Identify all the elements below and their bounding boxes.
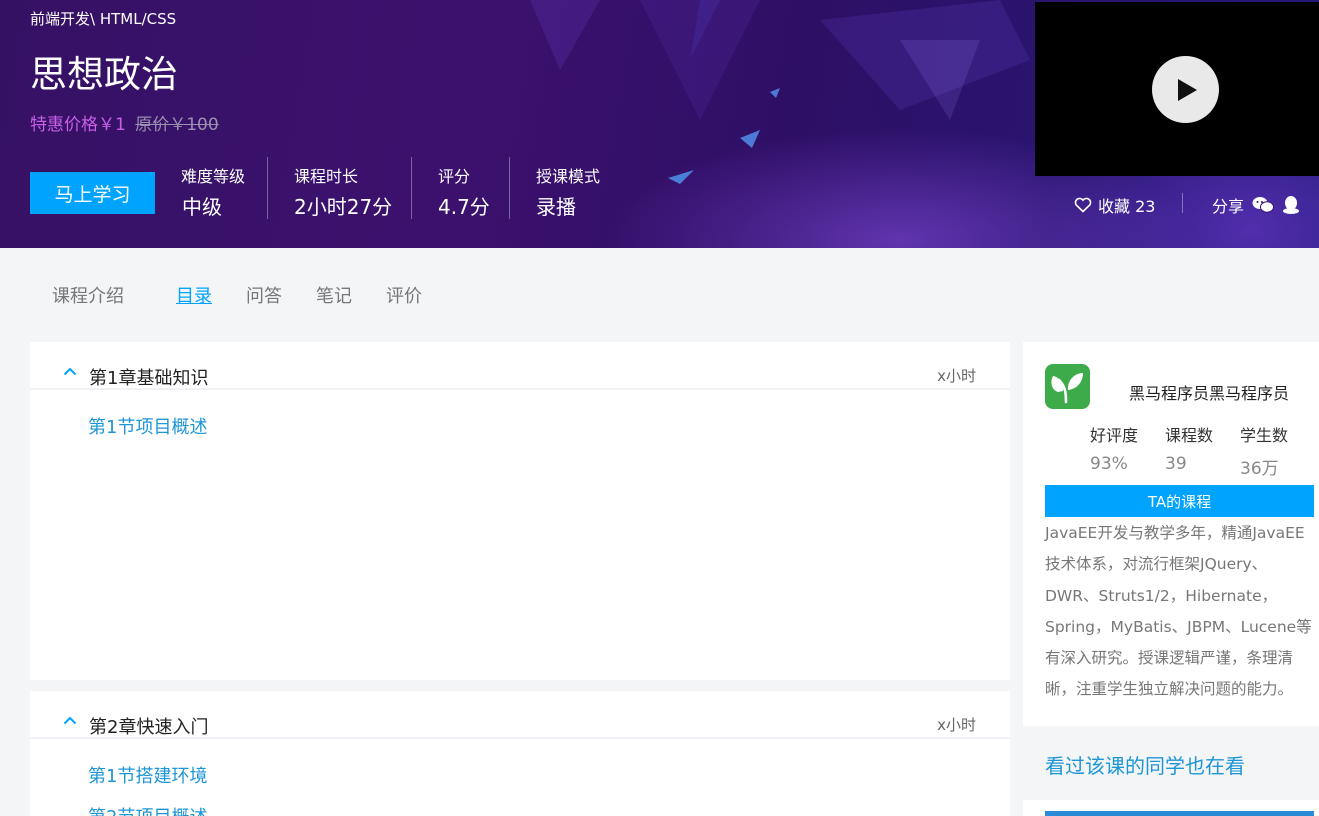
metric-label: 课程数 bbox=[1165, 426, 1214, 445]
stat-value: 4.7分 bbox=[438, 195, 490, 219]
also-watched-heading: 看过该课的同学也在看 bbox=[1045, 754, 1245, 778]
teacher-card: 黑马程序员黑马程序员 好评度 93% 课程数 39 学生数 36万 TA的课程 … bbox=[1023, 342, 1319, 726]
course-tabs: 课程介绍 目录 问答 笔记 评价 bbox=[52, 282, 456, 308]
recommended-course-card[interactable] bbox=[1023, 800, 1319, 816]
original-price: 原价￥100 bbox=[135, 115, 219, 135]
stat-difficulty: 难度等级 中级 bbox=[155, 157, 267, 219]
metric-label: 学生数 bbox=[1240, 426, 1289, 445]
stat-label: 评分 bbox=[438, 167, 471, 186]
play-icon[interactable] bbox=[1152, 56, 1219, 123]
price-row: 特惠价格￥1 原价￥100 bbox=[30, 110, 219, 135]
stat-mode: 授课模式 录播 bbox=[510, 157, 610, 219]
tab-qa[interactable]: 问答 bbox=[246, 282, 282, 308]
divider bbox=[1182, 193, 1183, 213]
chapter-header[interactable]: 第1章基础知识 x小时 bbox=[30, 342, 1010, 390]
video-player[interactable] bbox=[1035, 2, 1319, 176]
tab-reviews[interactable]: 评价 bbox=[386, 282, 422, 308]
metric-label: 好评度 bbox=[1090, 426, 1139, 445]
course-title: 思想政治 bbox=[30, 53, 178, 96]
avatar[interactable] bbox=[1045, 364, 1090, 409]
sale-price: 特惠价格￥1 bbox=[30, 115, 126, 135]
wechat-icon[interactable] bbox=[1252, 196, 1275, 214]
course-thumbnail bbox=[1045, 811, 1314, 816]
sprout-icon bbox=[1051, 373, 1083, 404]
heart-icon bbox=[1074, 197, 1092, 213]
chapter-title: 第2章快速入门 bbox=[89, 717, 209, 738]
chevron-up-icon[interactable] bbox=[63, 367, 77, 376]
stat-value: 中级 bbox=[182, 195, 222, 219]
tab-intro[interactable]: 课程介绍 bbox=[52, 282, 124, 308]
chapter-title: 第1章基础知识 bbox=[89, 368, 209, 389]
favorite-button[interactable]: 收藏 23 bbox=[1074, 193, 1155, 217]
teacher-name[interactable]: 黑马程序员黑马程序员 bbox=[1129, 380, 1289, 404]
metric-value: 39 bbox=[1165, 454, 1187, 474]
share-label: 分享 bbox=[1212, 197, 1245, 216]
chapter-header[interactable]: 第2章快速入门 x小时 bbox=[30, 691, 1010, 739]
metric-value: 93% bbox=[1090, 454, 1128, 474]
stat-label: 难度等级 bbox=[181, 167, 246, 186]
stat-duration: 课程时长 2小时27分 bbox=[268, 157, 411, 219]
stat-value: 录播 bbox=[536, 195, 576, 219]
metric-courses: 课程数 39 bbox=[1165, 422, 1213, 474]
course-banner: 前端开发\ HTML/CSS 思想政治 特惠价格￥1 原价￥100 马上学习 难… bbox=[0, 0, 1319, 248]
ta-courses-button[interactable]: TA的课程 bbox=[1045, 485, 1314, 517]
study-now-button[interactable]: 马上学习 bbox=[30, 172, 155, 214]
favorite-label: 收藏 23 bbox=[1098, 197, 1156, 216]
stat-label: 授课模式 bbox=[536, 167, 601, 186]
teacher-description: JavaEE开发与教学多年，精通JavaEE技术体系，对流行框架JQuery、D… bbox=[1045, 524, 1312, 699]
lesson-link[interactable]: 第2节项目概述 bbox=[88, 803, 207, 816]
metric-students: 学生数 36万 bbox=[1240, 422, 1288, 479]
chapter-duration: x小时 bbox=[937, 716, 976, 734]
tab-notes[interactable]: 笔记 bbox=[316, 282, 352, 308]
tab-catalog[interactable]: 目录 bbox=[176, 282, 212, 308]
lesson-link[interactable]: 第1节项目概述 bbox=[88, 413, 207, 439]
share-group: 分享 bbox=[1212, 193, 1300, 217]
stat-label: 课程时长 bbox=[294, 167, 359, 186]
stat-value: 2小时27分 bbox=[294, 195, 393, 219]
breadcrumb[interactable]: 前端开发\ HTML/CSS bbox=[30, 8, 176, 29]
chapter-panel: 第1章基础知识 x小时 第1节项目概述 bbox=[30, 342, 1010, 680]
metric-value: 36万 bbox=[1240, 459, 1279, 479]
metric-rating: 好评度 93% bbox=[1090, 422, 1138, 474]
chevron-up-icon[interactable] bbox=[63, 716, 77, 725]
course-stats: 难度等级 中级 课程时长 2小时27分 评分 4.7分 授课模式 录播 bbox=[155, 157, 610, 219]
chapter-duration: x小时 bbox=[937, 367, 976, 385]
qq-icon[interactable] bbox=[1282, 195, 1300, 215]
lesson-link[interactable]: 第1节搭建环境 bbox=[88, 762, 207, 788]
stat-rating: 评分 4.7分 bbox=[412, 157, 509, 219]
chapter-panel: 第2章快速入门 x小时 第1节搭建环境 第2节项目概述 bbox=[30, 691, 1010, 816]
